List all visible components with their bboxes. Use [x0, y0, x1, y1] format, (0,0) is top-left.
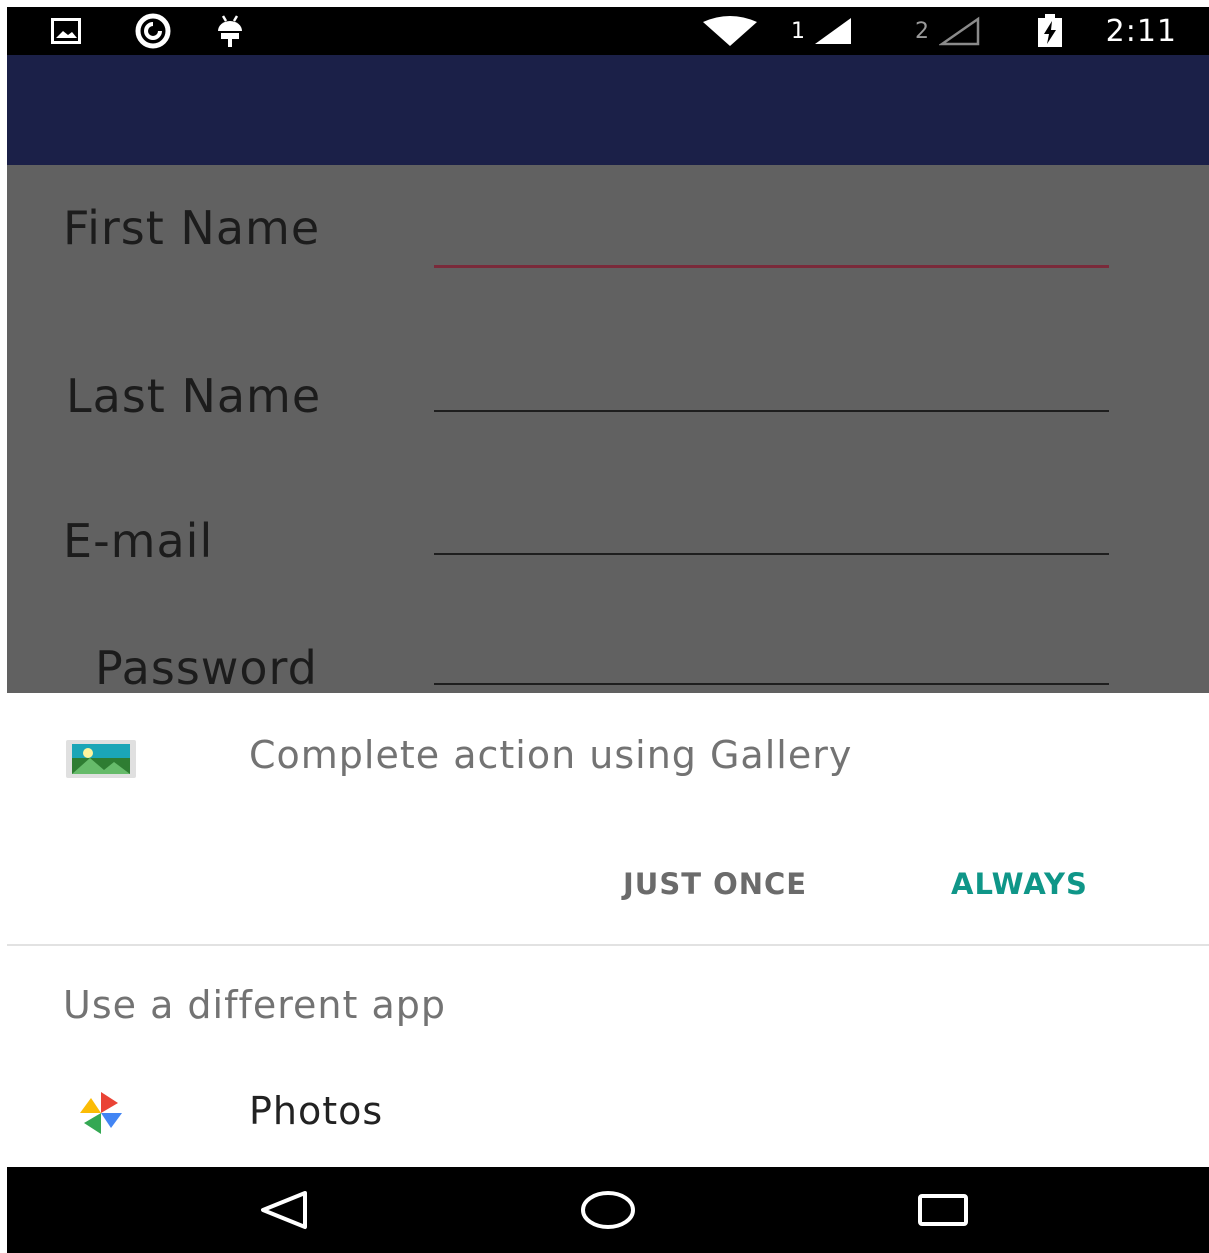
- sim2-label: 2: [915, 18, 929, 44]
- last-name-input[interactable]: [434, 410, 1109, 412]
- screen: 1 2 2:11 First Name Last Name E-mail Pas…: [7, 0, 1209, 1253]
- wifi-icon: [701, 7, 759, 55]
- gallery-icon: [66, 740, 136, 778]
- first-name-input[interactable]: [434, 265, 1109, 268]
- first-name-label: First Name: [63, 201, 321, 255]
- password-input[interactable]: [434, 683, 1109, 685]
- image-notification-icon: [51, 7, 81, 55]
- just-once-button[interactable]: JUST ONCE: [623, 867, 807, 901]
- divider: [7, 944, 1209, 946]
- registration-form: First Name Last Name E-mail Password: [7, 165, 1209, 693]
- spiral-app-icon: [135, 7, 171, 55]
- sim1-label: 1: [791, 18, 805, 44]
- email-input[interactable]: [434, 553, 1109, 555]
- app-chooser-sheet: Complete action using Gallery JUST ONCE …: [7, 693, 1209, 1167]
- recents-icon[interactable]: [883, 1167, 1003, 1253]
- back-icon[interactable]: [223, 1167, 343, 1253]
- android-debug-icon: [215, 7, 245, 55]
- app-bar: [7, 55, 1209, 165]
- app-item-photos[interactable]: Photos: [7, 1073, 1209, 1153]
- signal-sim2-icon: [939, 7, 981, 55]
- signal-sim1-icon: [813, 7, 853, 55]
- app-item-label: Photos: [249, 1089, 384, 1133]
- other-apps-title: Use a different app: [63, 983, 447, 1027]
- home-icon[interactable]: [548, 1167, 668, 1253]
- battery-charging-icon: [1037, 7, 1063, 55]
- last-name-label: Last Name: [66, 369, 322, 423]
- navigation-bar: [7, 1167, 1209, 1253]
- status-bar: 1 2 2:11: [7, 7, 1209, 55]
- always-button[interactable]: ALWAYS: [951, 867, 1088, 901]
- google-photos-icon: [66, 1090, 136, 1136]
- email-label: E-mail: [63, 514, 214, 568]
- chooser-title: Complete action using Gallery: [249, 733, 853, 777]
- password-label: Password: [95, 641, 318, 693]
- clock: 2:11: [1105, 13, 1177, 49]
